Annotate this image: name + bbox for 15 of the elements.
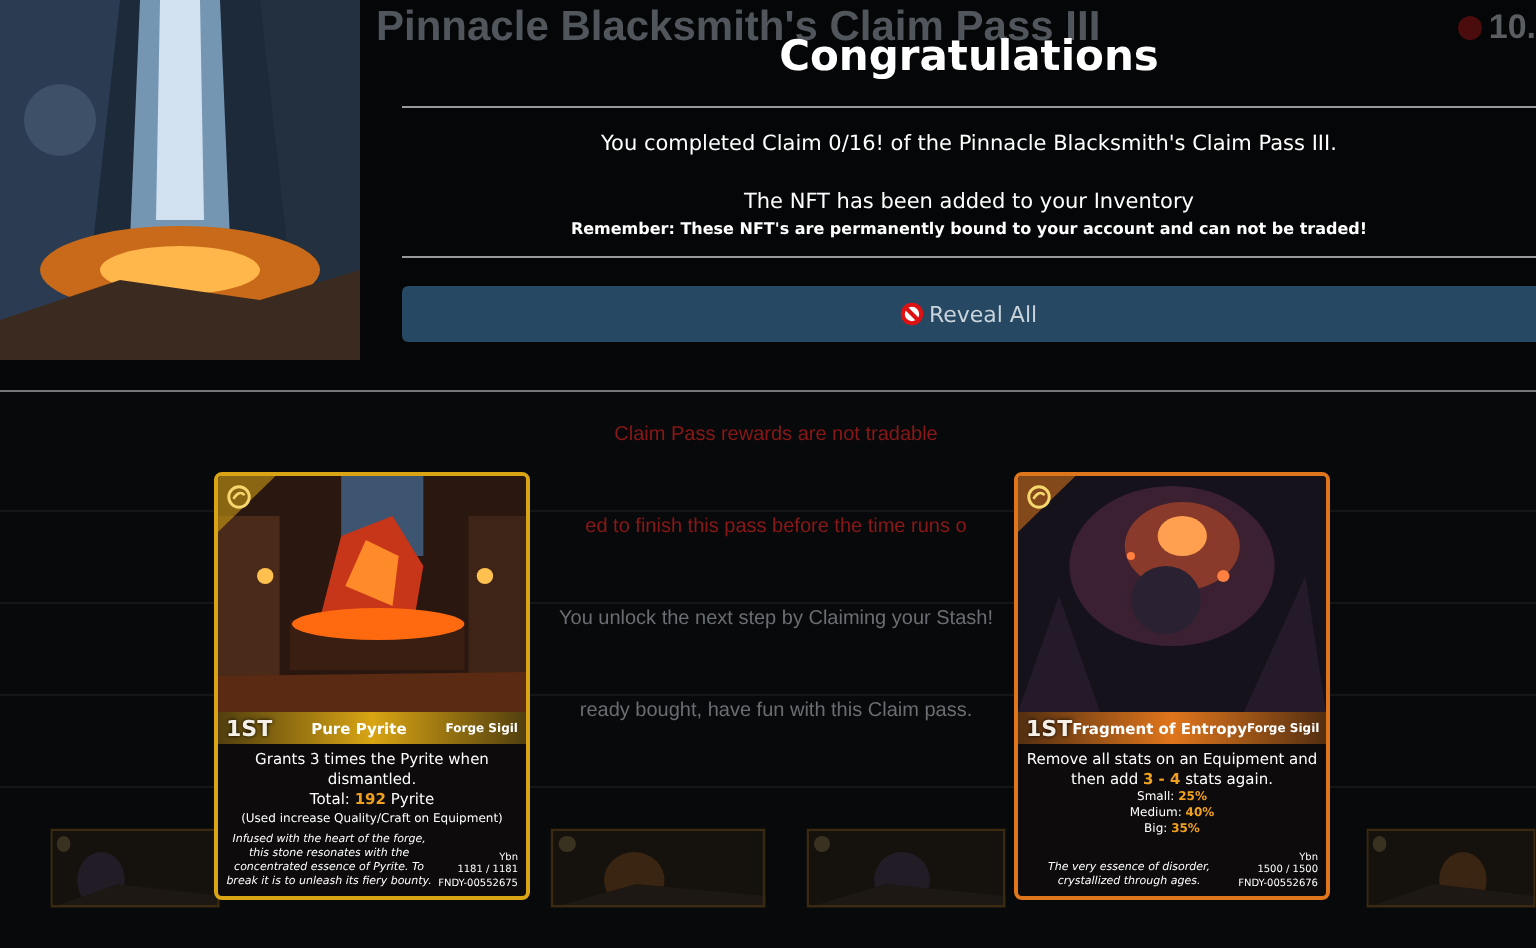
swirl-icon	[226, 484, 252, 510]
not-allowed-icon	[900, 302, 925, 326]
warning-text: Remember: These NFT's are permanently bound to your account and can not be traded!	[568, 220, 1370, 238]
message: You completed Claim 0/16! of the Pinnacle Blacksmith's Claim Pass III.	[599, 132, 1339, 156]
notice-text: You unlock the next step by Claiming your Stash!	[559, 606, 993, 634]
swirl-icon	[1026, 484, 1052, 510]
notice-text: ed to finish this pass before the time runs o	[585, 514, 967, 542]
reward-card[interactable]	[214, 472, 530, 900]
message: The NFT has been added to your Inventory	[741, 190, 1196, 214]
rank-label: 1ST	[1026, 715, 1073, 741]
balance: 10.	[1488, 8, 1536, 48]
notice-text: ready bought, have fun with this Claim pass.	[579, 698, 973, 726]
notice-text: Claim Pass rewards are not tradable	[614, 422, 938, 450]
rank-label: 1ST	[226, 715, 273, 741]
reward-card[interactable]	[1014, 472, 1330, 900]
